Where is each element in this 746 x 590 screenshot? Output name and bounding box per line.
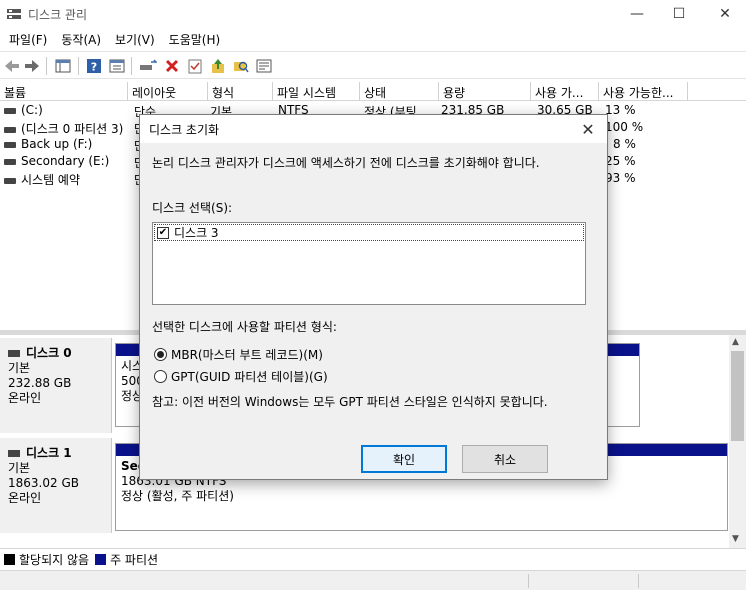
mbr-label: MBR(마스터 부트 레코드)(M) bbox=[171, 348, 323, 362]
help-icon[interactable]: ? bbox=[84, 56, 104, 76]
dialog-close-button[interactable]: ✕ bbox=[577, 118, 599, 140]
column-percent-free[interactable]: 사용 가능한... bbox=[599, 82, 688, 101]
volume-name: Secondary (E:) bbox=[21, 154, 110, 168]
drive-icon bbox=[4, 107, 16, 114]
disk-kind: 기본 bbox=[8, 361, 31, 375]
column-status[interactable]: 상태 bbox=[360, 82, 439, 101]
disk-name: 디스크 0 bbox=[26, 346, 72, 360]
gpt-label: GPT(GUID 파티션 테이블)(G) bbox=[171, 370, 328, 384]
title-bar: 디스크 관리 — ☐ ✕ bbox=[0, 0, 746, 28]
back-arrow-icon[interactable] bbox=[2, 56, 22, 76]
volume-percent: 25 % bbox=[605, 154, 636, 168]
checklist-icon[interactable] bbox=[185, 56, 205, 76]
volume-percent: 13 % bbox=[605, 103, 636, 117]
gpt-option[interactable]: GPT(GUID 파티션 테이블)(G) bbox=[154, 368, 328, 385]
disk-size: 232.88 GB bbox=[8, 376, 72, 390]
legend-primary-partition: 주 파티션 bbox=[110, 553, 159, 567]
toolbar-separator bbox=[131, 57, 132, 75]
disk-view-scrollbar[interactable]: ▲ ▼ bbox=[729, 335, 746, 548]
volume-percent: 100 % bbox=[605, 120, 644, 134]
drive-icon bbox=[4, 126, 16, 133]
connect-drive-icon[interactable] bbox=[138, 56, 158, 76]
volume-name: 시스템 예약 bbox=[21, 173, 81, 187]
dialog-message: 논리 디스크 관리자가 디스크에 액세스하기 전에 디스크를 초기화해야 합니다… bbox=[152, 156, 540, 170]
scroll-down-icon[interactable]: ▼ bbox=[732, 534, 739, 544]
dialog-title-bar: 디스크 초기화 ✕ bbox=[140, 115, 607, 143]
delete-icon[interactable] bbox=[162, 56, 182, 76]
menu-help[interactable]: 도움말(H) bbox=[164, 28, 226, 50]
legend-unallocated: 할당되지 않음 bbox=[19, 553, 90, 567]
cancel-button[interactable]: 취소 bbox=[462, 445, 548, 473]
select-disk-label: 디스크 선택(S): bbox=[152, 201, 233, 215]
console-tree-icon[interactable] bbox=[53, 56, 73, 76]
toolbar-separator bbox=[46, 57, 47, 75]
mbr-option[interactable]: MBR(마스터 부트 레코드)(M) bbox=[154, 346, 323, 363]
volume-list-header: 볼륨 레이아웃 형식 파일 시스템 상태 용량 사용 가... 사용 가능한..… bbox=[0, 82, 746, 101]
partition-line: 정상 (활성, 주 파티션) bbox=[121, 489, 234, 503]
unallocated-swatch bbox=[4, 554, 15, 565]
disk-management-app-icon bbox=[6, 7, 22, 21]
ok-button[interactable]: 확인 bbox=[361, 445, 447, 473]
menu-action[interactable]: 동작(A) bbox=[56, 28, 106, 50]
disk-kind: 기본 bbox=[8, 461, 31, 475]
volume-name: Back up (F:) bbox=[21, 137, 93, 151]
menu-bar: 파일(F) 동작(A) 보기(V) 도움말(H) bbox=[0, 28, 746, 50]
toolbar: ? bbox=[0, 51, 746, 79]
minimize-button[interactable]: — bbox=[614, 0, 660, 28]
svg-text:?: ? bbox=[91, 61, 97, 74]
menu-view[interactable]: 보기(V) bbox=[110, 28, 160, 50]
status-divider bbox=[638, 574, 639, 588]
column-free-space[interactable]: 사용 가... bbox=[531, 82, 599, 101]
disk-name: 디스크 1 bbox=[26, 446, 72, 460]
disk-select-listbox[interactable]: ✔ 디스크 3 bbox=[152, 222, 586, 305]
disk-icon bbox=[8, 350, 20, 357]
dialog-title: 디스크 초기화 bbox=[149, 123, 220, 137]
disk-item-label: 디스크 3 bbox=[174, 226, 219, 240]
partition-style-label: 선택한 디스크에 사용할 파티션 형식: bbox=[152, 320, 337, 334]
toolbar-separator bbox=[78, 57, 79, 75]
volume-name: (C:) bbox=[21, 103, 43, 117]
menu-file[interactable]: 파일(F) bbox=[4, 28, 52, 50]
drive-icon bbox=[4, 158, 16, 165]
drive-icon bbox=[4, 177, 16, 184]
mbr-radio[interactable] bbox=[154, 348, 167, 361]
maximize-button[interactable]: ☐ bbox=[656, 0, 702, 28]
gpt-radio[interactable] bbox=[154, 370, 167, 383]
forward-arrow-icon[interactable] bbox=[22, 56, 42, 76]
window-title: 디스크 관리 bbox=[28, 8, 88, 22]
column-file-system[interactable]: 파일 시스템 bbox=[273, 82, 360, 101]
search-folder-icon[interactable] bbox=[231, 56, 251, 76]
disk-icon bbox=[8, 450, 20, 457]
disk-state: 온라인 bbox=[8, 491, 42, 505]
legend-bar: 할당되지 않음 주 파티션 bbox=[0, 548, 746, 570]
disk-1-label[interactable]: 디스크 1 기본 1863.02 GB 온라인 bbox=[0, 438, 112, 533]
volume-percent: 8 % bbox=[613, 137, 636, 151]
volume-name: (디스크 0 파티션 3) bbox=[21, 122, 124, 136]
gpt-note: 참고: 이전 버전의 Windows는 모두 GPT 파티션 스타일은 인식하지… bbox=[152, 395, 548, 409]
disk-checkbox[interactable]: ✔ bbox=[157, 226, 169, 239]
disk-size: 1863.02 GB bbox=[8, 476, 79, 490]
status-bar bbox=[0, 570, 746, 590]
settings-list-icon[interactable] bbox=[254, 56, 274, 76]
close-window-button[interactable]: ✕ bbox=[702, 0, 746, 28]
disk-state: 온라인 bbox=[8, 391, 42, 405]
disk-list-item[interactable]: ✔ 디스크 3 bbox=[154, 224, 584, 241]
drive-icon bbox=[4, 141, 16, 148]
column-capacity[interactable]: 용량 bbox=[439, 82, 531, 101]
scrollbar-thumb[interactable] bbox=[731, 351, 744, 441]
column-type[interactable]: 형식 bbox=[208, 82, 273, 101]
column-layout[interactable]: 레이아웃 bbox=[128, 82, 208, 101]
primary-partition-swatch bbox=[95, 554, 107, 565]
up-folder-icon[interactable] bbox=[208, 56, 228, 76]
column-volume[interactable]: 볼륨 bbox=[0, 82, 128, 101]
volume-percent: 93 % bbox=[605, 171, 636, 185]
status-divider bbox=[528, 574, 529, 588]
initialize-disk-dialog: 디스크 초기화 ✕ 논리 디스크 관리자가 디스크에 액세스하기 전에 디스크를… bbox=[139, 114, 608, 480]
scroll-up-icon[interactable]: ▲ bbox=[732, 337, 739, 347]
properties-icon[interactable] bbox=[107, 56, 127, 76]
disk-0-label[interactable]: 디스크 0 기본 232.88 GB 온라인 bbox=[0, 338, 112, 433]
